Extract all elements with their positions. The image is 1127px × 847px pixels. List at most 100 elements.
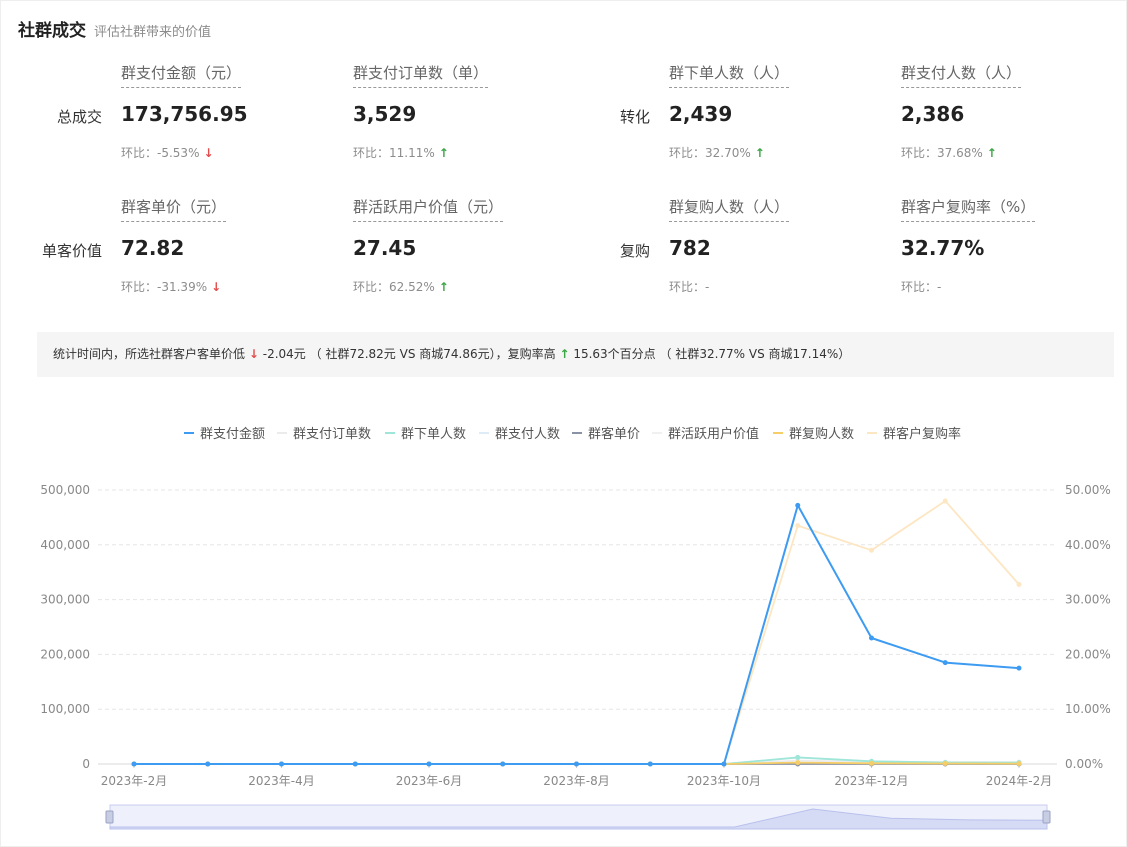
x-tick-label: 2023年-10月: [687, 774, 761, 788]
summary-text-2: （ 社群72.82元 VS 商城74.86元），复购率高: [309, 347, 556, 361]
metric-value: 27.45: [353, 236, 417, 260]
metric-value: 72.82: [121, 236, 185, 260]
page-title: 社群成交: [18, 21, 86, 41]
metric-group-repurchase-users: 群复购人数（人） 782 环比：-: [669, 196, 790, 295]
data-point: [869, 547, 874, 553]
metric-label[interactable]: 群客单价（元）: [121, 196, 227, 222]
data-point: [574, 761, 579, 767]
y-left-tick-label: 100,000: [40, 702, 90, 716]
metric-group-order-users: 群下单人数（人） 2,439 环比：32.70% ↑: [669, 62, 790, 161]
arrow-down-icon: ↓: [203, 146, 214, 160]
metric-value: 32.77%: [901, 236, 985, 260]
metric-value: 3,529: [353, 102, 417, 126]
data-point: [131, 761, 137, 767]
data-point: [795, 502, 801, 508]
metric-change: 环比：37.68% ↑: [901, 146, 997, 160]
legend-item: 群客单价: [588, 426, 640, 442]
metric-value: 2,439: [669, 102, 733, 126]
y-right-tick-label: 40.00%: [1065, 538, 1111, 552]
legend-item: 群活跃用户价值: [668, 426, 759, 442]
arrow-up-icon: ↑: [754, 146, 765, 160]
data-point: [426, 761, 432, 767]
data-point: [500, 761, 506, 767]
y-left-tick-label: 200,000: [40, 647, 90, 661]
data-point: [795, 523, 801, 529]
row-label-customer-value: 单客价值: [41, 242, 102, 260]
data-point: [205, 761, 211, 767]
x-tick-label: 2023年-12月: [834, 774, 908, 788]
legend-item: 群支付金额: [200, 426, 265, 442]
y-right-tick-label: 50.00%: [1065, 483, 1111, 497]
arrow-up-icon: ↑: [438, 146, 449, 160]
data-point: [279, 761, 284, 767]
x-tick-label: 2023年-6月: [396, 774, 463, 788]
trend-line-chart: 群支付金额 群支付订单数 群下单人数 群支付人数 群客单价 群活跃用户价值 群复购人数 群客户…: [40, 426, 1111, 830]
y-right-tick-label: 30.00%: [1065, 593, 1111, 607]
data-point: [869, 635, 874, 641]
data-point: [795, 760, 801, 766]
summary-price-diff: -2.04元: [262, 347, 306, 361]
summary-rate-diff: 15.63个百分点: [573, 347, 656, 361]
zoom-handle-right[interactable]: [1042, 810, 1051, 824]
metric-row-1: 总成交 群支付金额（元） 173,756.95 环比：-5.53% ↓ 群支付订单…: [0, 62, 1127, 192]
data-point: [1016, 581, 1022, 587]
y-right-tick-label: 10.00%: [1065, 702, 1111, 716]
metric-value: 782: [669, 236, 711, 260]
metric-label[interactable]: 群活跃用户价值（元）: [353, 196, 504, 222]
metric-label[interactable]: 群支付订单数（单）: [353, 62, 489, 88]
data-point: [647, 761, 653, 767]
summary-banner: 统计时间内，所选社群客户客单价低 ↓ -2.04元 （ 社群72.82元 VS …: [37, 332, 1114, 377]
metric-change: 环比：-31.39% ↓: [121, 280, 222, 294]
metric-change: 环比：62.52% ↑: [353, 280, 449, 294]
x-tick-label: 2023年-2月: [101, 774, 168, 788]
y-right-tick-label: 0.00%: [1065, 757, 1103, 771]
data-point: [942, 761, 948, 767]
data-point: [1016, 665, 1022, 671]
metric-group-active-user-value: 群活跃用户价值（元） 27.45 环比：62.52% ↑: [353, 196, 504, 295]
row-label-repurchase: 复购: [619, 242, 650, 260]
y-left-tick-label: 400,000: [40, 538, 90, 552]
metric-value: 173,756.95: [121, 102, 248, 126]
data-point: [352, 761, 358, 767]
x-tick-label: 2023年-8月: [543, 774, 610, 788]
legend-item: 群支付订单数: [293, 427, 371, 442]
metric-label[interactable]: 群复购人数（人）: [669, 196, 790, 222]
data-point: [721, 761, 727, 767]
summary-text-1: 统计时间内，所选社群客户客单价低: [53, 347, 246, 361]
arrow-up-icon: ↑: [986, 146, 997, 160]
data-point: [795, 754, 801, 760]
summary-text-3: （ 社群32.77% VS 商城17.14%）: [659, 347, 851, 361]
metric-change: 环比：-: [669, 280, 710, 294]
metric-change: 环比：-: [901, 280, 942, 294]
metric-value: 2,386: [901, 102, 965, 126]
data-point: [1016, 761, 1022, 767]
legend-item: 群支付人数: [495, 427, 560, 442]
metric-row-2: 单客价值 群客单价（元） 72.82 环比：-31.39% ↓ 群活跃用户价值（元…: [0, 196, 1127, 326]
metric-label[interactable]: 群下单人数（人）: [669, 62, 790, 88]
metric-group-unit-price: 群客单价（元） 72.82 环比：-31.39% ↓: [121, 196, 227, 295]
series-line: [134, 500, 1020, 765]
metric-label[interactable]: 群支付人数（人）: [901, 62, 1022, 88]
arrow-up-icon: ↑: [438, 280, 449, 294]
metric-group-repurchase-rate: 群客户复购率（%） 32.77% 环比：-: [901, 196, 1036, 295]
arrow-up-icon: ↑: [559, 347, 570, 361]
legend-item: 群客户复购率: [883, 426, 961, 442]
metric-label[interactable]: 群支付金额（元）: [121, 62, 242, 88]
y-left-tick-label: 300,000: [40, 593, 90, 607]
row-label-total-deal: 总成交: [56, 108, 102, 126]
metric-label[interactable]: 群客户复购率（%）: [901, 196, 1036, 222]
y-left-tick-label: 500,000: [40, 483, 90, 497]
zoom-handle-left[interactable]: [105, 810, 114, 824]
arrow-down-icon: ↓: [248, 347, 259, 361]
x-tick-label: 2023年-4月: [248, 774, 315, 788]
page-header: 社群成交 评估社群带来的价值: [18, 16, 211, 41]
page-subtitle: 评估社群带来的价值: [94, 25, 212, 40]
metric-group-pay-users: 群支付人数（人） 2,386 环比：37.68% ↑: [901, 62, 1022, 161]
data-point: [942, 498, 948, 504]
legend-item: 群复购人数: [789, 426, 854, 442]
metric-change: 环比：11.11% ↑: [353, 146, 449, 160]
arrow-down-icon: ↓: [211, 280, 222, 294]
metric-group-order-count: 群支付订单数（单） 3,529 环比：11.11% ↑: [353, 62, 489, 161]
series-line: [134, 504, 1020, 765]
row-label-conversion: 转化: [619, 108, 650, 126]
